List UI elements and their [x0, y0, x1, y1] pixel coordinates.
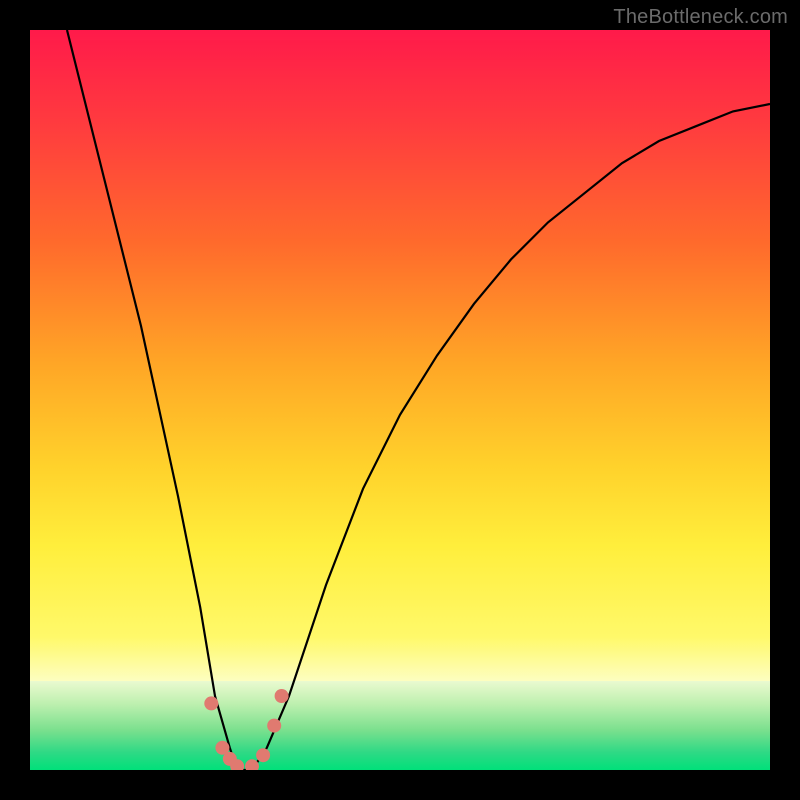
- marker-dot: [275, 689, 289, 703]
- curve-layer: [30, 30, 770, 770]
- attribution-text: TheBottleneck.com: [613, 6, 788, 29]
- curve-markers: [204, 689, 288, 770]
- marker-dot: [204, 696, 218, 710]
- marker-dot: [256, 748, 270, 762]
- marker-dot: [267, 719, 281, 733]
- plot-frame: [30, 30, 770, 770]
- bottleneck-curve: [67, 30, 770, 770]
